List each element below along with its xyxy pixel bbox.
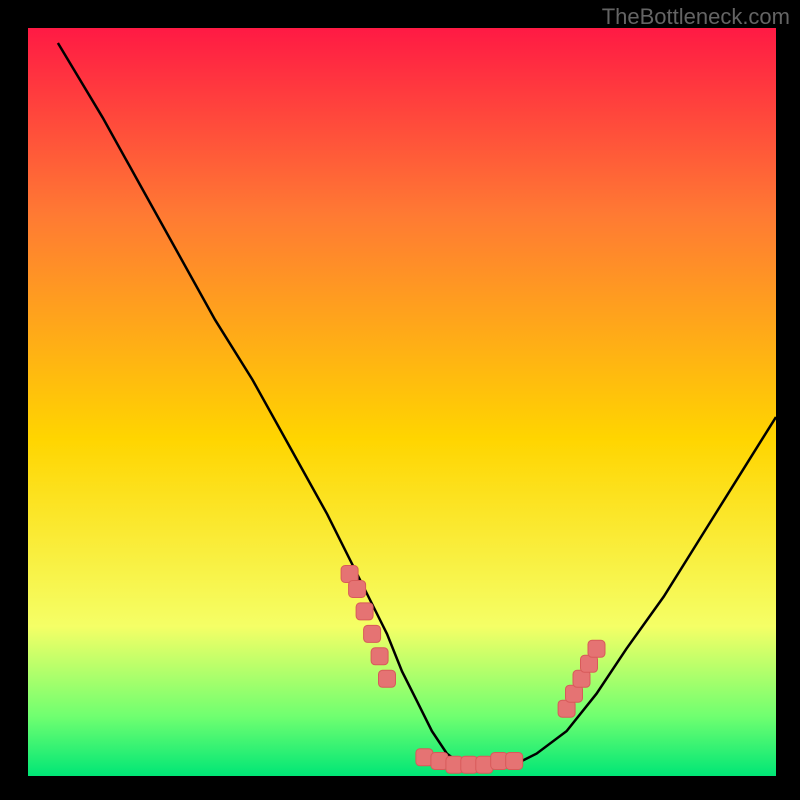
data-marker xyxy=(341,566,358,583)
data-marker xyxy=(356,603,373,620)
data-marker xyxy=(431,753,448,770)
data-marker xyxy=(371,648,388,665)
data-marker xyxy=(349,581,366,598)
data-marker xyxy=(364,625,381,642)
data-marker xyxy=(558,700,575,717)
data-marker xyxy=(416,749,433,766)
bottleneck-chart xyxy=(28,28,776,776)
plot-area xyxy=(28,28,776,776)
data-marker xyxy=(581,655,598,672)
data-marker xyxy=(379,670,396,687)
data-marker xyxy=(506,753,523,770)
data-marker xyxy=(461,756,478,773)
watermark-text: TheBottleneck.com xyxy=(602,4,790,30)
data-marker xyxy=(588,640,605,657)
data-marker xyxy=(491,753,508,770)
chart-container: TheBottleneck.com xyxy=(0,0,800,800)
data-marker xyxy=(573,670,590,687)
